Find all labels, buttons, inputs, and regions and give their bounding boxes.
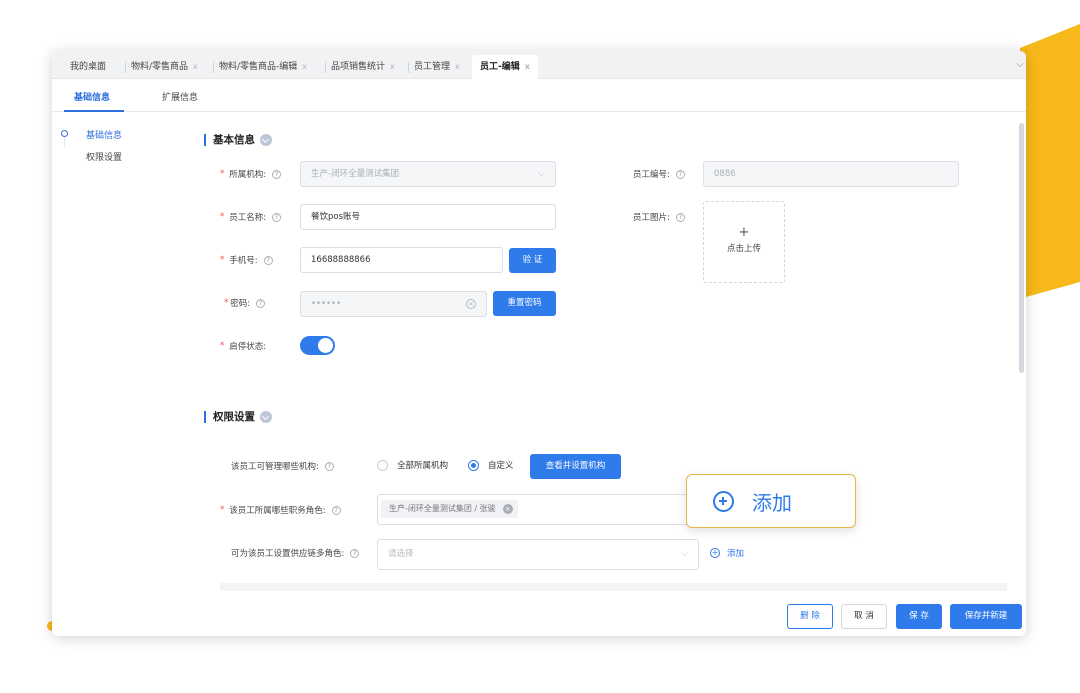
help-icon[interactable]: ? — [675, 212, 685, 222]
help-icon[interactable]: ? — [675, 169, 685, 179]
roles-label: * 该员工所属哪些职务角色:? — [220, 504, 341, 516]
close-icon[interactable]: × — [502, 504, 513, 514]
password-field[interactable]: •••••• × — [300, 291, 487, 317]
name-label: * 员工名称:? — [220, 211, 282, 223]
emp-no-label: 员工编号:? — [633, 168, 685, 180]
plus-circle-icon: + — [710, 548, 720, 558]
subtab-extended-info[interactable]: 扩展信息 — [162, 90, 198, 103]
close-icon[interactable]: x — [455, 62, 460, 71]
help-icon[interactable]: ? — [256, 298, 266, 308]
close-icon[interactable]: x — [193, 62, 198, 71]
view-set-orgs-button[interactable]: 查看并设置机构 — [530, 454, 621, 479]
section-bar — [204, 410, 206, 423]
status-label: * 启停状态: — [220, 341, 267, 352]
collapse-icon[interactable] — [260, 410, 272, 423]
scrollbar[interactable] — [1019, 123, 1024, 373]
status-toggle[interactable] — [300, 336, 335, 355]
close-icon[interactable]: x — [525, 62, 530, 71]
save-and-new-button[interactable]: 保存并新建 — [950, 604, 1022, 629]
section-bar — [204, 133, 206, 146]
help-icon[interactable]: ? — [263, 255, 273, 265]
chevron-down-icon[interactable]: ⌵ — [1016, 59, 1024, 70]
photo-label: 员工图片:? — [633, 211, 685, 223]
tab-item-sales[interactable]: 品项销售统计 x — [325, 55, 395, 79]
subtab-basic-info[interactable]: 基础信息 — [74, 90, 110, 103]
chevron-down-icon: ⌵ — [538, 169, 545, 179]
help-icon[interactable]: ? — [350, 548, 360, 558]
supply-roles-select[interactable]: 请选择 ⌵ — [377, 539, 699, 570]
radio-icon — [377, 459, 388, 471]
close-icon[interactable]: x — [390, 62, 395, 71]
help-icon[interactable]: ? — [272, 169, 282, 179]
tab-materials-edit[interactable]: 物料/零售商品-编辑 x — [212, 55, 307, 79]
clear-icon[interactable]: × — [466, 299, 476, 309]
name-field[interactable]: 餐饮pos账号 — [300, 204, 556, 230]
close-icon[interactable]: x — [302, 62, 307, 71]
verify-button[interactable]: 验 证 — [509, 248, 556, 273]
radio-custom[interactable]: 自定义 — [468, 459, 514, 471]
chevron-down-icon: ⌵ — [681, 549, 688, 559]
help-icon[interactable]: ? — [331, 505, 341, 515]
reset-password-button[interactable]: 重置密码 — [493, 291, 556, 316]
phone-field[interactable]: 16688888866 — [300, 247, 503, 273]
help-icon[interactable]: ? — [324, 461, 334, 471]
phone-label: * 手机号:? — [220, 254, 273, 266]
plus-icon: + — [738, 225, 750, 240]
sub-tab-bar: 基础信息 扩展信息 — [52, 79, 1026, 112]
tab-desktop[interactable]: 我的桌面 — [70, 55, 106, 79]
divider-strip — [220, 583, 1007, 591]
help-icon[interactable]: ? — [272, 212, 282, 222]
add-supply-role-link[interactable]: + 添加 — [710, 547, 744, 559]
tab-materials[interactable]: 物料/零售商品 x — [125, 55, 198, 79]
photo-upload[interactable]: + 点击上传 — [703, 201, 785, 283]
collapse-icon[interactable] — [260, 133, 272, 146]
role-tag: 生产-闭环全量测试集团 / 张骏 × — [381, 500, 518, 518]
org-select[interactable]: 生产-闭环全量测试集团 ⌵ — [300, 161, 556, 187]
supply-roles-label: 可为该员工设置供应链多角色:? — [231, 547, 360, 559]
section-title-basic: 基本信息 — [204, 132, 272, 147]
manage-orgs-label: 该员工可管理哪些机构:? — [231, 460, 334, 472]
plus-circle-icon — [713, 490, 734, 512]
save-button[interactable]: 保 存 — [896, 604, 942, 629]
section-title-permissions: 权限设置 — [204, 409, 272, 424]
tab-employee-mgmt[interactable]: 员工管理 x — [408, 55, 460, 79]
radio-all-orgs[interactable]: 全部所属机构 — [377, 459, 448, 471]
nav-active-dot-icon — [61, 130, 68, 137]
org-label: * 所属机构:? — [220, 168, 282, 180]
password-label: * 密码:? — [224, 297, 266, 309]
add-callout-zoom: 添加 — [686, 474, 856, 528]
tab-bar: 我的桌面 物料/零售商品 x 物料/零售商品-编辑 x 品项销售统计 x 员工管理 x … — [52, 51, 1026, 79]
emp-no-field[interactable]: 0886 — [703, 161, 959, 187]
side-nav-basic-info[interactable]: 基础信息 — [86, 128, 122, 141]
delete-button[interactable]: 删 除 — [787, 604, 833, 629]
tab-employee-edit[interactable]: 员工-编辑 x — [472, 55, 538, 79]
radio-checked-icon — [468, 459, 479, 471]
app-window: 我的桌面 物料/零售商品 x 物料/零售商品-编辑 x 品项销售统计 x 员工管理 x … — [52, 51, 1026, 636]
active-subtab-indicator — [64, 110, 124, 112]
side-nav-permissions[interactable]: 权限设置 — [86, 150, 122, 163]
cancel-button[interactable]: 取 消 — [841, 604, 887, 629]
